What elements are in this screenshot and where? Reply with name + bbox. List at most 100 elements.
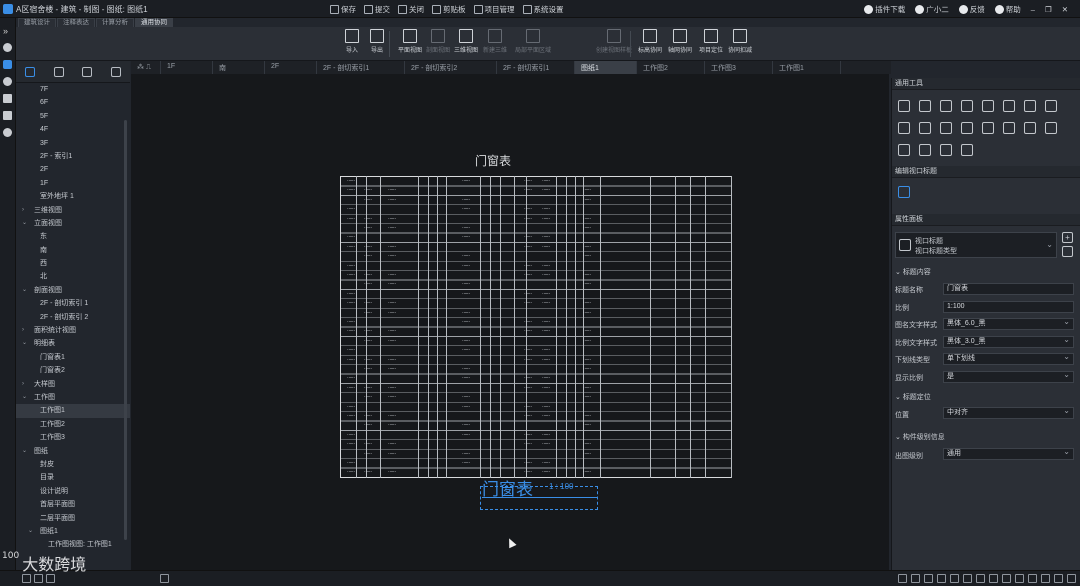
- tree-item[interactable]: 室外地坪 1: [16, 190, 130, 203]
- tree-item[interactable]: 5F: [16, 110, 130, 123]
- status-tool-icon[interactable]: [46, 574, 55, 583]
- browser-tab-views[interactable]: [16, 61, 45, 82]
- browser-tab-cube[interactable]: [102, 61, 131, 82]
- tree-item[interactable]: 2F - 剖切索引 2: [16, 311, 130, 324]
- tool-icon-6[interactable]: [1024, 100, 1036, 112]
- tool-icon-1[interactable]: [919, 100, 931, 112]
- status-view-icon[interactable]: [989, 574, 998, 583]
- tool-icon-3[interactable]: [961, 100, 973, 112]
- window-control-close[interactable]: ✕: [1062, 5, 1068, 14]
- tool-icon-13[interactable]: [1003, 122, 1015, 134]
- tree-item[interactable]: 南: [16, 244, 130, 257]
- status-view-icon[interactable]: [1054, 574, 1063, 583]
- tree-item[interactable]: ⌄ 立面视图: [16, 217, 130, 230]
- status-view-icon[interactable]: [1067, 574, 1076, 583]
- tree-item[interactable]: 东: [16, 230, 130, 243]
- tree-expand-icon[interactable]: ›: [22, 324, 24, 337]
- ribbon-button-0[interactable]: 导入: [338, 29, 366, 54]
- viewport-title-selection-frame[interactable]: [480, 486, 598, 510]
- status-view-icon[interactable]: [976, 574, 985, 583]
- tool-icon-11[interactable]: [961, 122, 973, 134]
- module-tab-2[interactable]: 计算分析: [96, 18, 134, 27]
- ribbon-button-9[interactable]: 轴网协同: [666, 29, 694, 54]
- status-view-icon[interactable]: [1028, 574, 1037, 583]
- ribbon-button-10[interactable]: 项目定位: [697, 29, 725, 54]
- doc-tab-8[interactable]: 工作图3: [705, 61, 773, 74]
- tree-item[interactable]: 门窗表1: [16, 351, 130, 364]
- group-position[interactable]: ⌄ 标题定位: [895, 392, 931, 402]
- tool-icon-12[interactable]: [982, 122, 994, 134]
- window-control-restore[interactable]: ❐: [1045, 5, 1052, 14]
- browser-tab-filter[interactable]: [45, 61, 74, 82]
- top-action-5[interactable]: 系统设置: [522, 4, 564, 15]
- tree-expand-icon[interactable]: ⌄: [22, 217, 27, 230]
- status-view-icon[interactable]: [898, 574, 907, 583]
- compass-icon[interactable]: [3, 77, 12, 86]
- tree-item[interactable]: 首层平面图: [16, 498, 130, 511]
- status-view-icon[interactable]: [937, 574, 946, 583]
- doc-tab-9[interactable]: 工作图1: [773, 61, 841, 74]
- position-select[interactable]: 中对齐: [943, 406, 1074, 419]
- tree-item[interactable]: 北: [16, 270, 130, 283]
- doc-tab-7[interactable]: 工作图2: [637, 61, 705, 74]
- tree-item[interactable]: 工作图视图: 工作图1: [16, 538, 130, 551]
- tree-item[interactable]: 工作图3: [16, 431, 130, 444]
- status-view-icon[interactable]: [1002, 574, 1011, 583]
- prop-value-field[interactable]: 是: [943, 370, 1074, 383]
- status-tool-icon[interactable]: [22, 574, 31, 583]
- tree-item[interactable]: 2F - 剖切索引 1: [16, 297, 130, 310]
- tree-item[interactable]: 设计说明: [16, 485, 130, 498]
- tree-item[interactable]: ⌄ 明细表: [16, 337, 130, 350]
- tool-icon-7[interactable]: [1045, 100, 1057, 112]
- doc-tab-3[interactable]: 2F - 剖切索引1: [317, 61, 405, 74]
- top-action-0[interactable]: 保存: [330, 4, 356, 15]
- tool-icon-14[interactable]: [1024, 122, 1036, 134]
- top-action-3[interactable]: 剪贴板: [432, 4, 466, 15]
- tree-item[interactable]: 二层平面图: [16, 512, 130, 525]
- globe-icon[interactable]: [3, 43, 12, 52]
- prop-value-field[interactable]: 1:100: [943, 300, 1074, 313]
- module-tab-3[interactable]: 通用协同: [135, 18, 173, 27]
- top-action-1[interactable]: 提交: [364, 4, 390, 15]
- tree-item[interactable]: 2F: [16, 163, 130, 176]
- list-icon[interactable]: [3, 111, 12, 120]
- ribbon-button-1[interactable]: 导出: [363, 29, 391, 54]
- tree-item[interactable]: ⌄ 工作图: [16, 391, 130, 404]
- window-control-minimize[interactable]: –: [1031, 5, 1035, 14]
- top-right-2[interactable]: 反馈: [958, 4, 985, 15]
- top-action-2[interactable]: 关闭: [398, 4, 424, 15]
- add-type-icon[interactable]: +: [1062, 232, 1073, 243]
- tree-item[interactable]: 1F: [16, 177, 130, 190]
- tree-item[interactable]: 6F: [16, 96, 130, 109]
- help-icon[interactable]: [3, 128, 12, 137]
- tree-expand-icon[interactable]: ⌄: [22, 391, 27, 404]
- tool-icon-8[interactable]: [898, 122, 910, 134]
- tool-icon-0[interactable]: [898, 100, 910, 112]
- doc-tab-1[interactable]: 南: [213, 61, 265, 74]
- status-view-icon[interactable]: [1015, 574, 1024, 583]
- tree-item[interactable]: 工作图2: [16, 418, 130, 431]
- level-select[interactable]: 通用: [943, 447, 1074, 460]
- prop-value-field[interactable]: 黑体_6.0_黑: [943, 317, 1074, 330]
- tree-item[interactable]: 工作图1: [16, 404, 130, 418]
- group-content[interactable]: ⌄ 标题内容: [895, 267, 931, 277]
- doc-tab-4[interactable]: 2F - 剖切索引2: [405, 61, 497, 74]
- module-tab-1[interactable]: 注释表达: [57, 18, 95, 27]
- model-icon[interactable]: [3, 60, 12, 69]
- tree-item[interactable]: ⌄ 图纸1: [16, 525, 130, 538]
- status-view-icon[interactable]: [1041, 574, 1050, 583]
- top-action-4[interactable]: 项目管理: [473, 4, 515, 15]
- door-window-schedule-table[interactable]: [340, 176, 732, 478]
- module-tab-0[interactable]: 建筑设计: [18, 18, 56, 27]
- tool-icon-10[interactable]: [940, 122, 952, 134]
- top-right-1[interactable]: 广小二: [915, 4, 949, 15]
- top-right-0[interactable]: 插件下载: [864, 4, 905, 15]
- tool-icon-9[interactable]: [919, 122, 931, 134]
- top-right-3[interactable]: 帮助: [994, 4, 1021, 15]
- tree-item[interactable]: 2F - 索引1: [16, 150, 130, 163]
- doc-tab-0[interactable]: 1F: [161, 61, 213, 74]
- tool-icon-2[interactable]: [940, 100, 952, 112]
- tool-icon-5[interactable]: [1003, 100, 1015, 112]
- tree-item[interactable]: › 三维视图: [16, 204, 130, 217]
- edit-type-icon[interactable]: [1062, 246, 1073, 257]
